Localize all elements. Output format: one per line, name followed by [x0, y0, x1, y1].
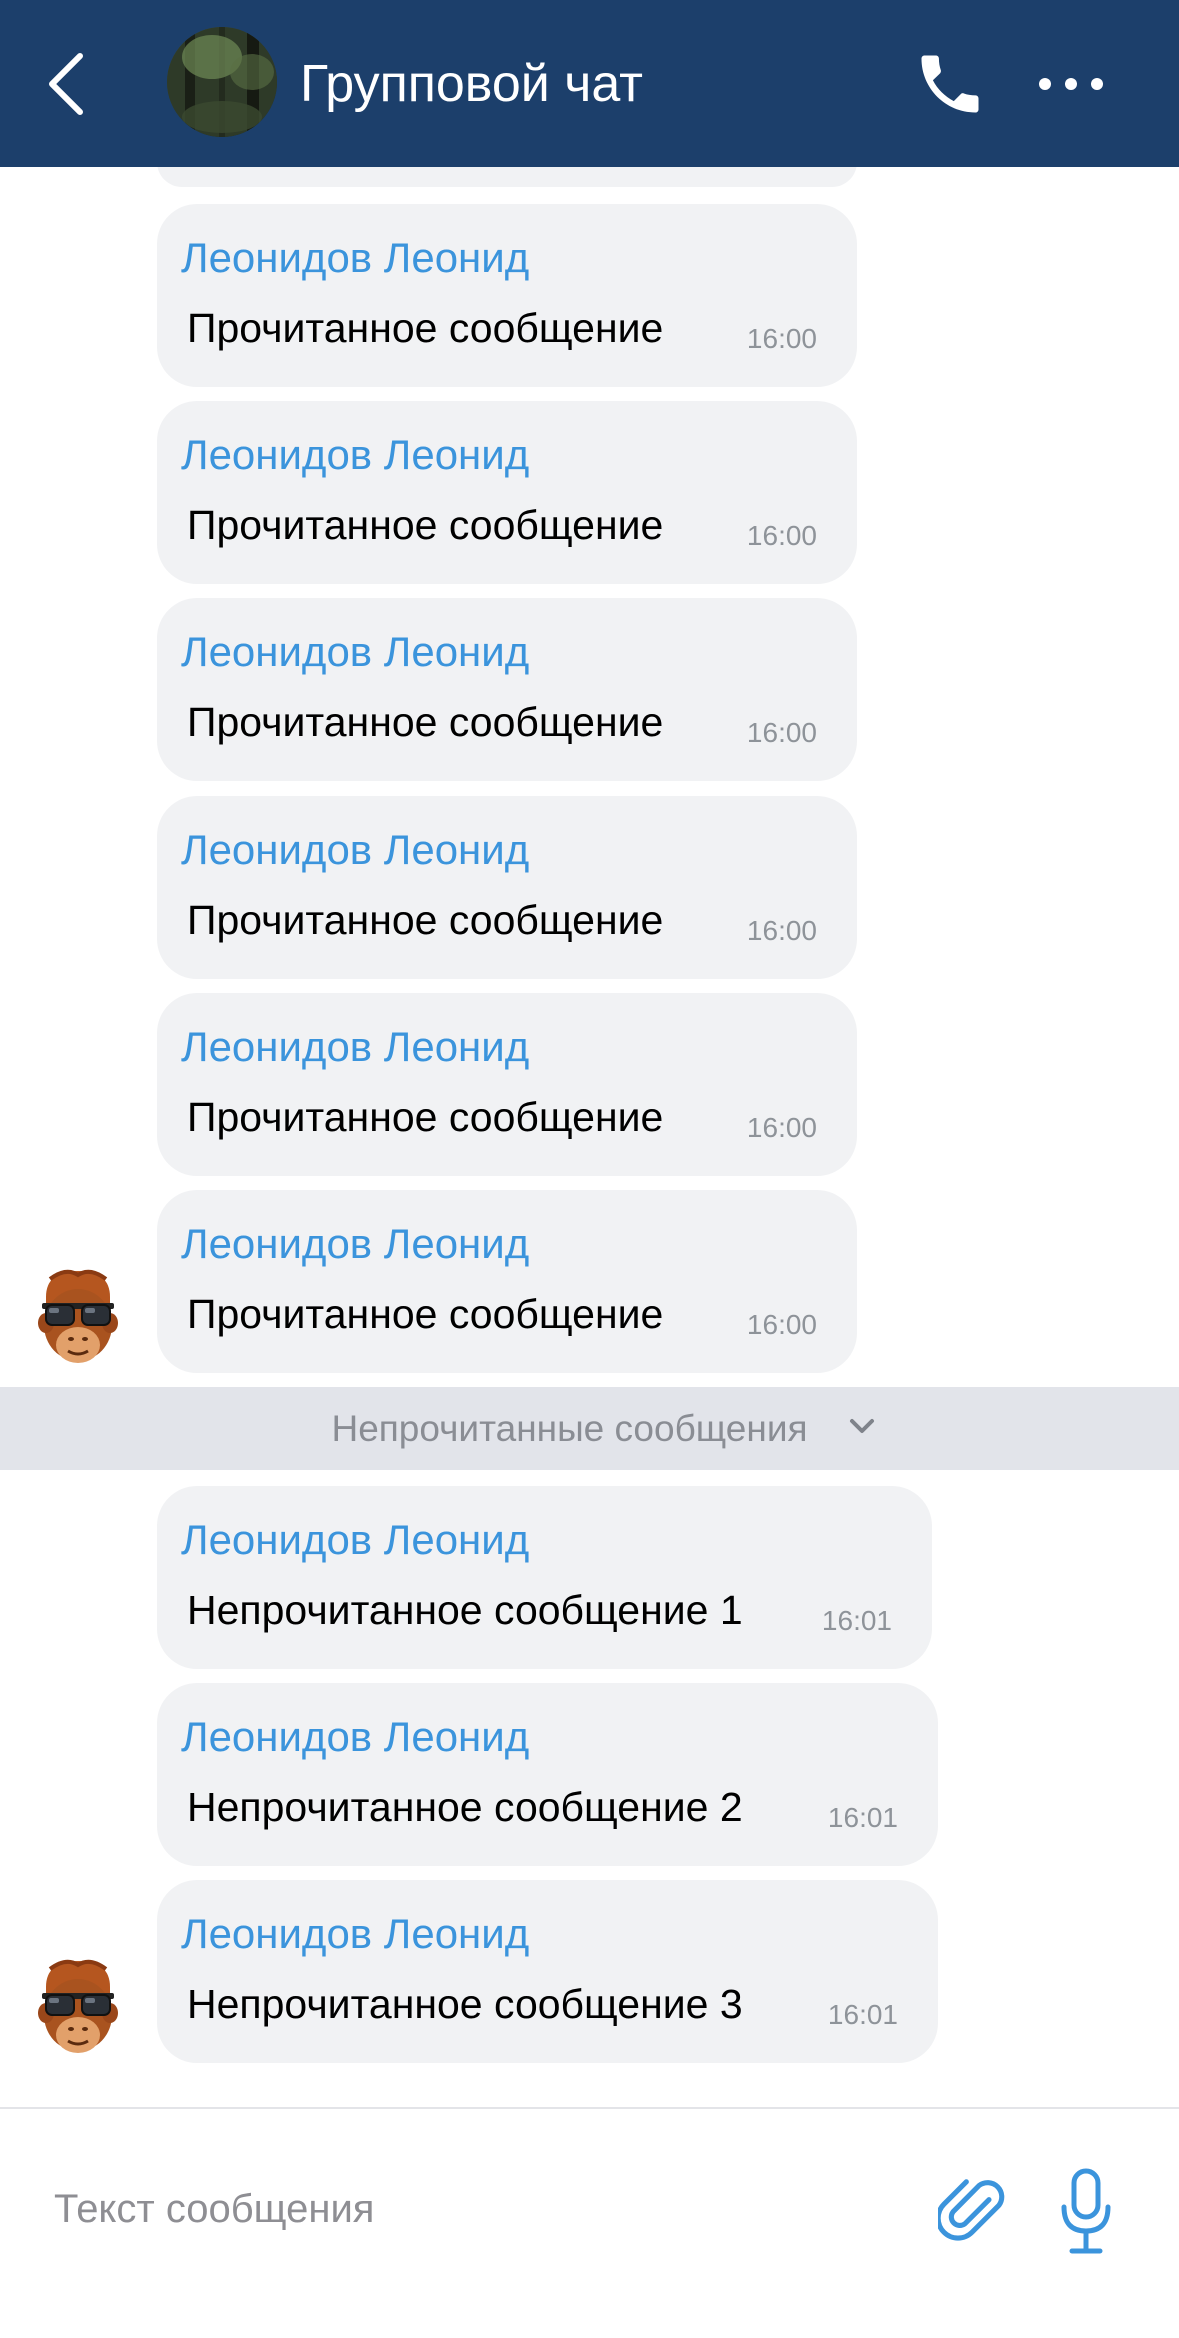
- message-bubble[interactable]: Леонидов Леонид Прочитанное сообщение 16…: [157, 993, 857, 1176]
- message-bubble[interactable]: Леонидов Леонид Прочитанное сообщение 16…: [157, 1190, 857, 1373]
- message-sender[interactable]: Леонидов Леонид: [181, 1713, 529, 1761]
- message-time: 16:00: [746, 1112, 817, 1143]
- message-bubble-unread[interactable]: Леонидов Леонид Непрочитанное сообщение …: [157, 1683, 938, 1866]
- message-text: Непрочитанное сообщение 3: [187, 1981, 743, 2027]
- message-text: Непрочитанное сообщение 2: [187, 1784, 743, 1830]
- message-text: Прочитанное сообщение: [187, 699, 664, 745]
- microphone-button[interactable]: [1058, 2167, 1114, 2257]
- unread-divider-label: Непрочитанные сообщения: [331, 1408, 808, 1449]
- message-sender[interactable]: Леонидов Леонид: [181, 234, 529, 282]
- message-bubble[interactable]: Леонидов Леонид Прочитанное сообщение 16…: [157, 598, 857, 781]
- message-time: 16:01: [821, 1605, 892, 1636]
- attach-button[interactable]: [935, 2171, 1006, 2251]
- message-bubble-partial[interactable]: [157, 167, 857, 187]
- message-bubble[interactable]: Леонидов Леонид Прочитанное сообщение 16…: [157, 204, 857, 387]
- message-sender[interactable]: Леонидов Леонид: [181, 431, 529, 479]
- message-time: 16:01: [827, 1802, 898, 1833]
- message-sender[interactable]: Леонидов Леонид: [181, 1023, 529, 1071]
- message-text: Прочитанное сообщение: [187, 1291, 664, 1337]
- chevron-left-icon: [49, 53, 83, 115]
- more-button[interactable]: [1035, 60, 1107, 108]
- message-text: Прочитанное сообщение: [187, 897, 664, 943]
- message-text: Прочитанное сообщение: [187, 1094, 664, 1140]
- message-text: Прочитанное сообщение: [187, 502, 664, 548]
- message-time: 16:00: [746, 1309, 817, 1340]
- chat-title[interactable]: Групповой чат: [300, 54, 643, 114]
- monkey-avatar-icon: [38, 1269, 118, 1363]
- message-text: Непрочитанное сообщение 1: [187, 1587, 743, 1633]
- message-bubble-unread[interactable]: Леонидов Леонид Непрочитанное сообщение …: [157, 1880, 938, 2063]
- message-input[interactable]: Текст сообщения: [54, 2169, 874, 2249]
- message-time: 16:00: [746, 520, 817, 551]
- message-text: Прочитанное сообщение: [187, 305, 664, 351]
- unread-divider[interactable]: Непрочитанные сообщения: [0, 1387, 1179, 1470]
- message-sender[interactable]: Леонидов Леонид: [181, 1516, 529, 1564]
- message-bubble[interactable]: Леонидов Леонид Прочитанное сообщение 16…: [157, 796, 857, 979]
- paperclip-icon: [935, 2179, 1005, 2241]
- message-time: 16:00: [746, 915, 817, 946]
- message-sender[interactable]: Леонидов Леонид: [181, 1220, 529, 1268]
- chat-avatar[interactable]: [167, 27, 277, 137]
- microphone-icon: [1061, 2168, 1111, 2254]
- phone-icon: [921, 55, 979, 113]
- message-time: 16:00: [746, 717, 817, 748]
- message-sender[interactable]: Леонидов Леонид: [181, 1910, 529, 1958]
- forest-image: [167, 27, 277, 137]
- sender-avatar[interactable]: [36, 1267, 120, 1371]
- message-bubble[interactable]: Леонидов Леонид Прочитанное сообщение 16…: [157, 401, 857, 584]
- message-feed[interactable]: Леонидов Леонид Прочитанное сообщение 16…: [0, 167, 1179, 2107]
- call-button[interactable]: [912, 46, 988, 122]
- message-time: 16:01: [827, 1999, 898, 2030]
- chat-header: Групповой чат: [0, 0, 1179, 167]
- message-sender[interactable]: Леонидов Леонид: [181, 628, 529, 676]
- message-time: 16:00: [746, 323, 817, 354]
- chevron-down-icon: [850, 1419, 874, 1433]
- more-horizontal-icon: [1039, 78, 1103, 90]
- back-button[interactable]: [40, 44, 96, 124]
- sender-avatar[interactable]: [36, 1957, 120, 2061]
- message-composer: Текст сообщения: [0, 2107, 1179, 2338]
- message-sender[interactable]: Леонидов Леонид: [181, 826, 529, 874]
- monkey-avatar-icon: [38, 1959, 118, 2053]
- message-bubble-unread[interactable]: Леонидов Леонид Непрочитанное сообщение …: [157, 1486, 932, 1669]
